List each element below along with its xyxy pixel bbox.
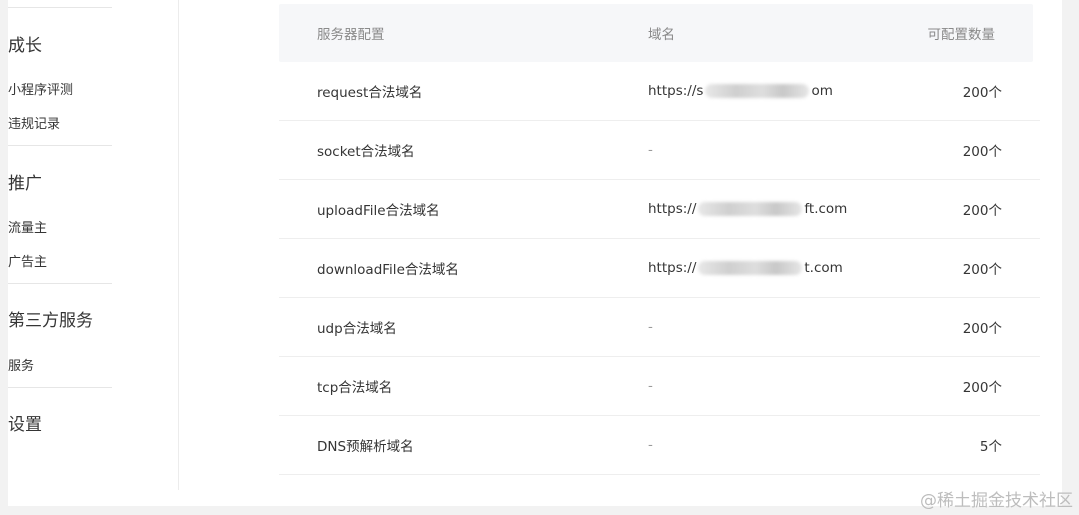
cell-domain: - [648, 318, 653, 335]
table-row: socket合法域名 - 200个 [279, 120, 1040, 180]
sidebar-item-services[interactable]: 服务 [8, 355, 34, 374]
server-domain-table: 服务器配置 域名 可配置数量 request合法域名 https://s om 2… [250, 0, 1062, 506]
cell-config: uploadFile合法域名 [317, 202, 440, 219]
header-domain: 域名 [648, 27, 675, 43]
header-server-config: 服务器配置 [317, 27, 385, 43]
sidebar-heading-third-party: 第三方服务 [8, 311, 93, 331]
cell-domain: https://t.com [648, 259, 843, 276]
sidebar-divider [8, 283, 112, 284]
sidebar-heading-growth: 成长 [8, 36, 42, 56]
sidebar-item-violation-records[interactable]: 违规记录 [8, 113, 60, 132]
table-row: uploadFile合法域名 https://ft.com 200个 [279, 179, 1040, 239]
header-configurable-count: 可配置数量 [927, 27, 996, 43]
cell-count: 200个 [962, 379, 1002, 396]
redacted-blur [705, 83, 810, 98]
table-row: udp合法域名 - 200个 [279, 297, 1040, 357]
cell-config: DNS预解析域名 [317, 438, 414, 455]
cell-count: 200个 [962, 202, 1002, 219]
cell-count: 200个 [962, 261, 1002, 278]
redacted-blur [698, 260, 803, 275]
sidebar-item-miniprogram-review[interactable]: 小程序评测 [8, 79, 73, 98]
cell-domain: - [648, 377, 653, 394]
sidebar-heading-settings[interactable]: 设置 [8, 410, 42, 435]
cell-config: socket合法域名 [317, 143, 415, 160]
cell-domain: - [648, 436, 653, 453]
cell-count: 200个 [962, 143, 1002, 160]
sidebar-divider-vertical [178, 0, 179, 490]
table-row: DNS预解析域名 - 5个 [279, 415, 1040, 475]
cell-config: downloadFile合法域名 [317, 261, 459, 278]
cell-count: 200个 [962, 84, 1002, 101]
table-row: downloadFile合法域名 https://t.com 200个 [279, 238, 1040, 298]
table-row: request合法域名 https://s om 200个 [279, 61, 1040, 121]
sidebar-heading-promotion: 推广 [8, 174, 42, 194]
cell-domain: https://s om [648, 82, 833, 99]
cell-config: tcp合法域名 [317, 379, 393, 396]
page: 成长 小程序评测 违规记录 推广 流量主 广告主 第三方服务 服务 设置 服务器… [0, 0, 1079, 515]
watermark: @稀土掘金技术社区 [920, 491, 1073, 511]
cell-config: udp合法域名 [317, 320, 397, 337]
cell-domain: - [648, 141, 653, 158]
sidebar: 成长 小程序评测 违规记录 推广 流量主 广告主 第三方服务 服务 设置 [8, 0, 250, 506]
sidebar-divider [8, 387, 112, 388]
sidebar-item-advertiser[interactable]: 广告主 [8, 251, 47, 270]
sidebar-item-traffic-owner[interactable]: 流量主 [8, 217, 47, 236]
redacted-blur [698, 201, 803, 216]
cell-config: request合法域名 [317, 84, 423, 101]
table-row: tcp合法域名 - 200个 [279, 356, 1040, 416]
sidebar-divider [8, 7, 112, 8]
cell-count: 5个 [979, 438, 1002, 455]
cell-domain: https://ft.com [648, 200, 848, 217]
sidebar-divider [8, 145, 112, 146]
table-header: 服务器配置 域名 可配置数量 [279, 4, 1033, 62]
cell-count: 200个 [962, 320, 1002, 337]
